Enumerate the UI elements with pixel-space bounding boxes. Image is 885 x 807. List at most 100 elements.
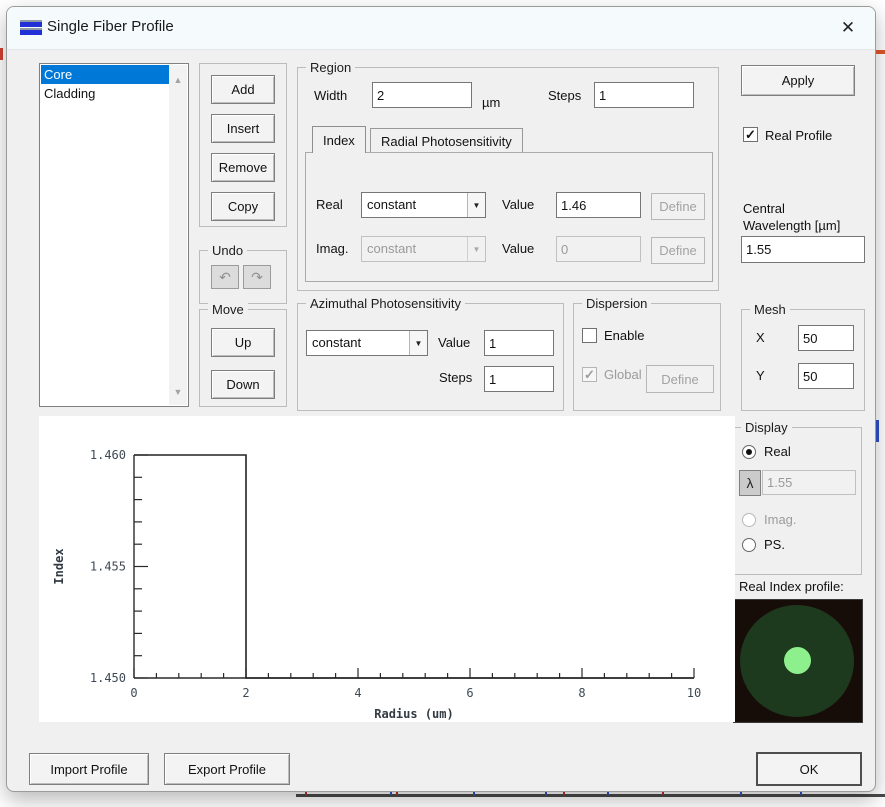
import-profile-button[interactable]: Import Profile bbox=[29, 753, 149, 785]
display-imag-radio[interactable] bbox=[742, 513, 756, 527]
close-icon[interactable]: ✕ bbox=[833, 15, 863, 41]
real-define-button[interactable]: Define bbox=[651, 193, 705, 220]
move-group-label: Move bbox=[208, 302, 248, 317]
real-label: Real bbox=[316, 197, 343, 212]
layer-list: Core Cladding ▲ ▼ bbox=[39, 63, 189, 407]
remove-button[interactable]: Remove bbox=[211, 153, 275, 182]
real-mode-value: constant bbox=[367, 197, 417, 212]
lambda-button[interactable]: λ bbox=[739, 470, 761, 496]
combo-arrow-icon[interactable]: ▼ bbox=[467, 193, 485, 217]
imag-mode-combobox[interactable]: constant ▼ bbox=[361, 236, 486, 262]
real-profile-checkbox[interactable]: ✓ bbox=[743, 127, 758, 142]
scroll-up-icon[interactable]: ▲ bbox=[169, 75, 187, 85]
dispersion-enable-label: Enable bbox=[604, 328, 645, 343]
mesh-y-label: Y bbox=[756, 368, 765, 383]
svg-text:Radius (um): Radius (um) bbox=[374, 707, 453, 721]
mesh-x-input[interactable] bbox=[798, 325, 854, 351]
undo-button[interactable]: ↶ bbox=[211, 265, 239, 289]
svg-text:6: 6 bbox=[466, 686, 473, 700]
background-artifact-left-red bbox=[0, 48, 3, 60]
dispersion-group-label: Dispersion bbox=[582, 296, 652, 311]
dispersion-define-button[interactable]: Define bbox=[646, 365, 714, 393]
mesh-y-input[interactable] bbox=[798, 363, 854, 389]
display-group: Display Real λ Imag. PS. bbox=[732, 420, 862, 575]
azimuthal-value-label: Value bbox=[438, 335, 471, 350]
list-item[interactable]: Core bbox=[41, 65, 173, 84]
check-icon: ✓ bbox=[745, 127, 756, 142]
width-unit-label: µm bbox=[482, 95, 501, 110]
svg-text:4: 4 bbox=[354, 686, 361, 700]
azimuthal-mode-combobox[interactable]: constant ▼ bbox=[306, 330, 428, 356]
mesh-group-label: Mesh bbox=[750, 302, 790, 317]
list-item[interactable]: Cladding bbox=[41, 84, 173, 103]
svg-text:0: 0 bbox=[130, 686, 137, 700]
display-ps-radio[interactable] bbox=[742, 538, 756, 552]
region-group-label: Region bbox=[306, 60, 356, 75]
undo-icon: ↶ bbox=[219, 268, 231, 285]
list-scrollbar[interactable]: ▲ ▼ bbox=[169, 65, 187, 405]
svg-text:1.455: 1.455 bbox=[90, 560, 126, 574]
dispersion-enable-checkbox[interactable] bbox=[582, 328, 597, 343]
screen: { "window": { "title": "Single Fiber Pro… bbox=[0, 0, 885, 807]
central-wavelength-label-line1: Central bbox=[743, 201, 785, 216]
svg-text:8: 8 bbox=[578, 686, 585, 700]
combo-arrow-icon: ▼ bbox=[467, 237, 485, 261]
svg-text:2: 2 bbox=[242, 686, 249, 700]
ok-button[interactable]: OK bbox=[756, 752, 862, 786]
azimuthal-value-input[interactable] bbox=[484, 330, 554, 356]
central-wavelength-label-line2: Wavelength [µm] bbox=[743, 218, 841, 233]
tab-index[interactable]: Index bbox=[312, 126, 366, 153]
tab-radial-photosensitivity[interactable]: Radial Photosensitivity bbox=[370, 128, 523, 153]
steps-label: Steps bbox=[548, 88, 582, 103]
display-group-label: Display bbox=[741, 420, 792, 435]
svg-text:1.460: 1.460 bbox=[90, 448, 126, 462]
imag-label: Imag. bbox=[316, 241, 349, 256]
title-bar: Single Fiber Profile ✕ bbox=[7, 7, 875, 50]
dispersion-global-label: Global bbox=[604, 367, 642, 382]
region-group: Region Width µm Steps Index Radial Photo… bbox=[297, 60, 719, 291]
scroll-down-icon[interactable]: ▼ bbox=[169, 387, 187, 397]
core-circle bbox=[784, 647, 811, 674]
undo-group-label: Undo bbox=[208, 243, 248, 258]
svg-text:10: 10 bbox=[687, 686, 701, 700]
index-profile-chart: 1.450 1.455 1.460 0 2 4 6 8 10 Radius (um) Index bbox=[52, 448, 701, 721]
export-profile-button[interactable]: Export Profile bbox=[164, 753, 290, 785]
window-title: Single Fiber Profile bbox=[47, 18, 174, 35]
undo-group: Undo ↶ ↷ bbox=[199, 243, 287, 304]
imag-value-input[interactable] bbox=[556, 236, 641, 262]
dispersion-global-checkbox[interactable]: ✓ bbox=[582, 367, 597, 382]
width-label: Width bbox=[314, 88, 348, 103]
svg-text:Index: Index bbox=[52, 548, 66, 584]
insert-button[interactable]: Insert bbox=[211, 114, 275, 143]
real-index-profile-label: Real Index profile: bbox=[739, 579, 844, 594]
mesh-group: Mesh X Y bbox=[741, 302, 865, 411]
imag-mode-value: constant bbox=[367, 241, 417, 256]
move-down-button[interactable]: Down bbox=[211, 370, 275, 399]
azimuthal-photosensitivity-group: Azimuthal Photosensitivity constant ▼ Va… bbox=[297, 296, 564, 411]
add-button[interactable]: Add bbox=[211, 75, 275, 104]
apply-button[interactable]: Apply bbox=[741, 65, 855, 96]
real-value-input[interactable] bbox=[556, 192, 641, 218]
central-wavelength-input[interactable] bbox=[741, 236, 865, 263]
layer-actions-group: Add Insert Remove Copy bbox=[199, 63, 287, 227]
steps-input[interactable] bbox=[594, 82, 694, 108]
width-input[interactable] bbox=[372, 82, 472, 108]
redo-icon: ↷ bbox=[251, 268, 263, 285]
single-fiber-profile-dialog: Single Fiber Profile ✕ Core Cladding ▲ ▼… bbox=[6, 6, 876, 792]
display-imag-label: Imag. bbox=[764, 512, 797, 527]
real-mode-combobox[interactable]: constant ▼ bbox=[361, 192, 486, 218]
background-artifact-right-blue bbox=[876, 420, 879, 442]
display-ps-label: PS. bbox=[764, 537, 785, 552]
azimuthal-steps-input[interactable] bbox=[484, 366, 554, 392]
display-real-label: Real bbox=[764, 444, 791, 459]
dispersion-group: Dispersion Enable ✓ Global Define bbox=[573, 296, 721, 411]
combo-arrow-icon[interactable]: ▼ bbox=[409, 331, 427, 355]
display-real-radio[interactable] bbox=[742, 445, 756, 459]
imag-define-button[interactable]: Define bbox=[651, 237, 705, 264]
copy-button[interactable]: Copy bbox=[211, 192, 275, 221]
svg-text:1.450: 1.450 bbox=[90, 671, 126, 685]
move-up-button[interactable]: Up bbox=[211, 328, 275, 357]
display-wavelength-input[interactable] bbox=[762, 470, 856, 495]
check-icon: ✓ bbox=[584, 367, 595, 382]
redo-button[interactable]: ↷ bbox=[243, 265, 271, 289]
